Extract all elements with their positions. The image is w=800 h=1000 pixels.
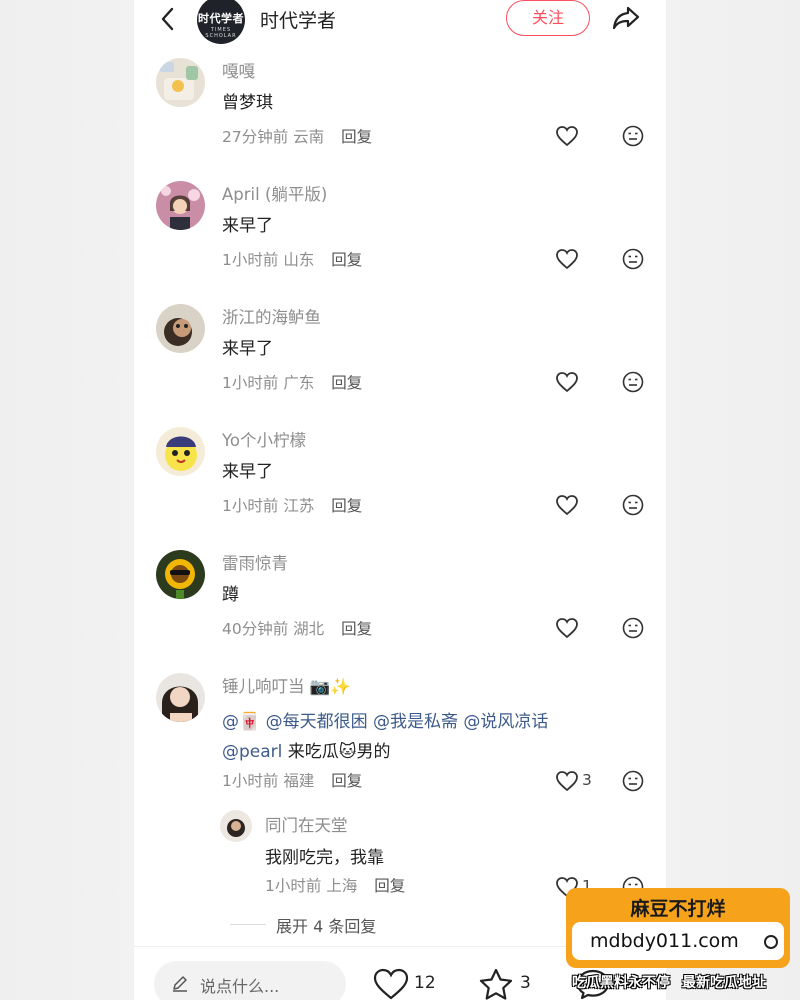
promo-url-text: mdbdy011.com bbox=[590, 930, 739, 952]
mention-link[interactable]: @pearl bbox=[222, 742, 282, 762]
comment-text: 来早了 bbox=[222, 216, 273, 236]
promo-footer-right: 最新吃瓜地址 bbox=[682, 975, 766, 991]
post-like-count: 12 bbox=[414, 973, 436, 993]
reply-button[interactable]: 回复 bbox=[341, 620, 372, 638]
comment-input-placeholder: 说点什么... bbox=[200, 977, 280, 996]
comment-text-part: 男的 bbox=[356, 742, 391, 762]
comment-text-part: 来吃瓜 bbox=[282, 742, 339, 762]
comment-time: 40分钟前 bbox=[222, 620, 289, 638]
comment-location: 山东 bbox=[283, 251, 315, 269]
back-arrow-icon[interactable] bbox=[154, 4, 182, 34]
phone-screen: 时代学者 TIMES SCHOLAR 时代学者 关注 嘎嘎 曾梦琪 27分钟前 … bbox=[134, 0, 666, 1000]
neutral-face-icon[interactable] bbox=[622, 248, 644, 270]
comment-time: 1小时前 bbox=[222, 374, 279, 392]
reply-username[interactable]: 同门在天堂 bbox=[265, 812, 348, 836]
neutral-face-icon[interactable] bbox=[622, 617, 644, 639]
comment-username[interactable]: 雷雨惊青 bbox=[222, 550, 288, 574]
comment-meta: 1小时前 山东 回复 bbox=[222, 248, 362, 270]
like-count: 3 bbox=[582, 771, 592, 789]
reply-text: 我刚吃完，我靠 bbox=[265, 848, 384, 868]
heart-icon[interactable] bbox=[555, 248, 579, 270]
author-avatar[interactable]: 时代学者 TIMES SCHOLAR bbox=[197, 0, 245, 44]
neutral-face-icon[interactable] bbox=[622, 371, 644, 393]
author-avatar-text: 时代学者 bbox=[198, 12, 244, 25]
reply-button[interactable]: 回复 bbox=[331, 772, 362, 790]
avatar[interactable] bbox=[156, 550, 205, 599]
comment-location: 广东 bbox=[283, 374, 315, 392]
avatar[interactable] bbox=[220, 810, 252, 842]
promo-title: 麻豆不打烊 bbox=[630, 898, 726, 920]
star-icon[interactable] bbox=[478, 967, 514, 1000]
comment-input[interactable]: 说点什么... bbox=[154, 961, 346, 1000]
heart-icon[interactable] bbox=[555, 125, 579, 147]
divider bbox=[230, 924, 266, 925]
reply-meta: 1小时前 上海 回复 bbox=[265, 874, 405, 896]
comment-meta: 1小时前 江苏 回复 bbox=[222, 494, 362, 516]
avatar[interactable] bbox=[156, 427, 205, 476]
comment-username[interactable]: 浙江的海鲈鱼 bbox=[222, 304, 321, 328]
mahjong-emoji: 🀄 bbox=[239, 712, 261, 732]
avatar[interactable] bbox=[156, 181, 205, 230]
promo-url[interactable]: mdbdy011.com bbox=[572, 922, 784, 960]
comment-text: 来早了 bbox=[222, 339, 273, 359]
heart-icon[interactable] bbox=[555, 617, 579, 639]
comment-username: 锤儿响叮当 📷✨ bbox=[222, 673, 351, 697]
comment-text: 来早了 bbox=[222, 462, 273, 482]
comment-meta: 27分钟前 云南 回复 bbox=[222, 125, 372, 147]
comment-time: 1小时前 bbox=[222, 772, 279, 790]
reply-button[interactable]: 回复 bbox=[374, 877, 405, 895]
comment-time: 1小时前 bbox=[222, 251, 279, 269]
reply-button[interactable]: 回复 bbox=[341, 128, 372, 146]
comment-time: 1小时前 bbox=[222, 497, 279, 515]
heart-icon[interactable] bbox=[555, 770, 579, 792]
pencil-icon bbox=[173, 976, 187, 992]
post-header: 时代学者 TIMES SCHOLAR 时代学者 关注 bbox=[134, 0, 666, 44]
ring-icon bbox=[764, 935, 778, 949]
comment-location: 湖北 bbox=[293, 620, 325, 638]
comment-username[interactable]: Yo个小柠檬 bbox=[222, 427, 306, 451]
camera-sparkle-emoji: 📷✨ bbox=[309, 677, 351, 696]
heart-icon[interactable] bbox=[555, 371, 579, 393]
comment-text: 蹲 bbox=[222, 585, 239, 605]
author-avatar-subtext: TIMES SCHOLAR bbox=[205, 27, 237, 39]
promo-banner[interactable]: 麻豆不打烊 mdbdy011.com bbox=[566, 888, 790, 968]
comment-location: 云南 bbox=[293, 128, 325, 146]
reply-time: 1小时前 bbox=[265, 877, 322, 895]
comment-username[interactable]: 嘎嘎 bbox=[222, 58, 255, 82]
follow-button[interactable]: 关注 bbox=[506, 0, 590, 36]
promo-footer-left: 吃瓜黑料永不停 bbox=[572, 975, 670, 991]
heart-icon[interactable] bbox=[555, 494, 579, 516]
comment-location: 江苏 bbox=[283, 497, 315, 515]
comment-meta: 1小时前 福建 回复 bbox=[222, 769, 362, 791]
comment-username-text[interactable]: 锤儿响叮当 bbox=[222, 677, 305, 696]
comment-text: 曾梦琪 bbox=[222, 93, 273, 113]
comment-location: 福建 bbox=[283, 772, 315, 790]
post-star-count: 3 bbox=[520, 973, 531, 993]
neutral-face-icon[interactable] bbox=[622, 770, 644, 792]
comment-text: @🀄 @每天都很困 @我是私斋 @说风凉话 bbox=[222, 707, 548, 732]
reply-location: 上海 bbox=[326, 877, 358, 895]
avatar[interactable] bbox=[156, 58, 205, 107]
mention-link[interactable]: @每天都很困 @我是私斋 @说风凉话 bbox=[260, 712, 549, 732]
share-icon[interactable] bbox=[610, 2, 642, 34]
mention-link[interactable]: @ bbox=[222, 712, 239, 732]
neutral-face-icon[interactable] bbox=[622, 125, 644, 147]
reply-button[interactable]: 回复 bbox=[331, 374, 362, 392]
comment-meta: 1小时前 广东 回复 bbox=[222, 371, 362, 393]
comment-meta: 40分钟前 湖北 回复 bbox=[222, 617, 372, 639]
promo-footer: 吃瓜黑料永不停 最新吃瓜地址 bbox=[572, 972, 792, 992]
comment-username[interactable]: April (躺平版) bbox=[222, 181, 327, 205]
avatar[interactable] bbox=[156, 673, 205, 722]
neutral-face-icon[interactable] bbox=[622, 494, 644, 516]
author-name[interactable]: 时代学者 bbox=[260, 6, 336, 33]
reply-button[interactable]: 回复 bbox=[331, 497, 362, 515]
comment-text-line2: @pearl 来吃瓜🐱男的 bbox=[222, 737, 391, 762]
expand-replies-button[interactable]: 展开 4 条回复 bbox=[276, 913, 376, 937]
reply-button[interactable]: 回复 bbox=[331, 251, 362, 269]
avatar[interactable] bbox=[156, 304, 205, 353]
cat-emoji: 🐱 bbox=[338, 742, 357, 762]
like-icon[interactable] bbox=[372, 967, 410, 1000]
comment-time: 27分钟前 bbox=[222, 128, 289, 146]
